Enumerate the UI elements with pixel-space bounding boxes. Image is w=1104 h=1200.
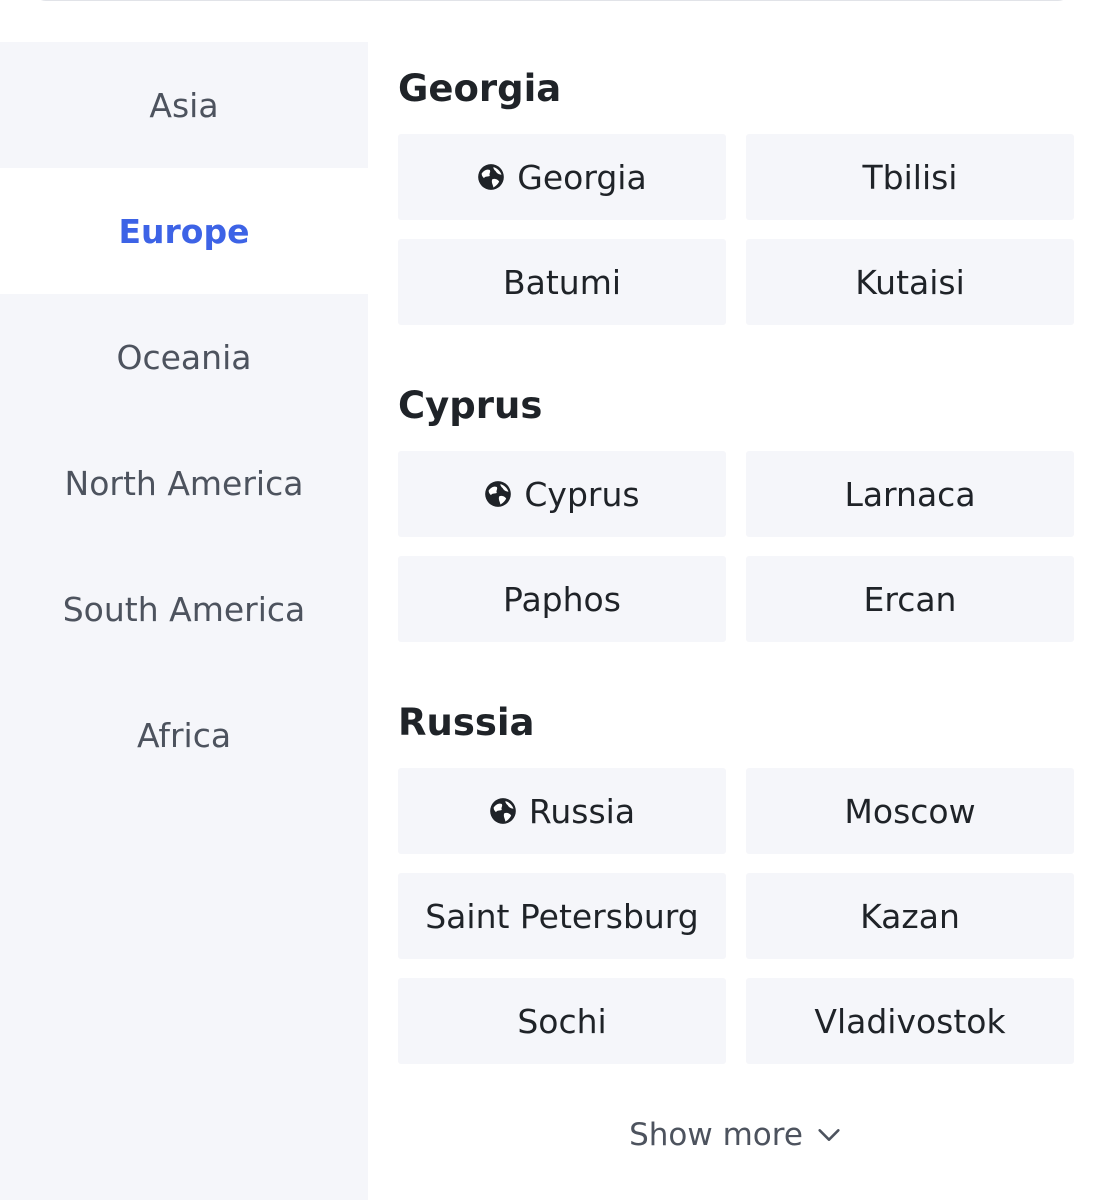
country-list: Georgia Georgia Tbilisi Batumi Kutaisi C… bbox=[398, 42, 1074, 1098]
region-tab-europe[interactable]: Europe bbox=[0, 168, 368, 294]
region-tab-oceania[interactable]: Oceania bbox=[0, 294, 368, 420]
city-chip-saint-petersburg[interactable]: Saint Petersburg bbox=[398, 873, 726, 959]
country-section-georgia: Georgia Georgia Tbilisi Batumi Kutaisi bbox=[398, 42, 1074, 325]
chevron-down-icon bbox=[818, 1129, 840, 1141]
destination-picker: Asia Europe Oceania North America South … bbox=[0, 0, 1104, 1200]
city-chip-batumi[interactable]: Batumi bbox=[398, 239, 726, 325]
city-chip-georgia-all[interactable]: Georgia bbox=[398, 134, 726, 220]
city-chip-ercan[interactable]: Ercan bbox=[746, 556, 1074, 642]
city-chip-cyprus-all[interactable]: Cyprus bbox=[398, 451, 726, 537]
search-box[interactable] bbox=[32, 0, 1072, 1]
city-chip-label: Russia bbox=[528, 791, 636, 831]
region-tab-north-america[interactable]: North America bbox=[0, 420, 368, 546]
city-grid: Georgia Tbilisi Batumi Kutaisi bbox=[398, 134, 1074, 325]
country-title: Cyprus bbox=[398, 383, 543, 427]
show-more-button[interactable]: Show more bbox=[398, 1110, 1074, 1160]
globe-icon bbox=[490, 798, 516, 824]
city-chip-larnaca[interactable]: Larnaca bbox=[746, 451, 1074, 537]
city-chip-label: Cyprus bbox=[524, 474, 640, 514]
region-tab-africa[interactable]: Africa bbox=[0, 672, 368, 798]
region-sidebar: Asia Europe Oceania North America South … bbox=[0, 42, 368, 1200]
globe-icon bbox=[485, 481, 512, 507]
country-title: Russia bbox=[398, 700, 535, 744]
city-chip-paphos[interactable]: Paphos bbox=[398, 556, 726, 642]
region-tab-south-america[interactable]: South America bbox=[0, 546, 368, 672]
region-tab-asia[interactable]: Asia bbox=[0, 42, 368, 168]
city-chip-russia-all[interactable]: Russia bbox=[398, 768, 726, 854]
country-section-cyprus: Cyprus Cyprus Larnaca Paphos Ercan bbox=[398, 359, 1074, 642]
city-chip-sochi[interactable]: Sochi bbox=[398, 978, 726, 1064]
city-chip-kutaisi[interactable]: Kutaisi bbox=[746, 239, 1074, 325]
city-chip-label: Georgia bbox=[517, 157, 647, 197]
globe-icon bbox=[478, 164, 505, 190]
country-title: Georgia bbox=[398, 66, 562, 110]
city-chip-moscow[interactable]: Moscow bbox=[746, 768, 1074, 854]
country-section-russia: Russia Russia Moscow Saint Petersburg Ka… bbox=[398, 676, 1074, 1064]
city-chip-vladivostok[interactable]: Vladivostok bbox=[746, 978, 1074, 1064]
city-grid: Cyprus Larnaca Paphos Ercan bbox=[398, 451, 1074, 642]
city-chip-tbilisi[interactable]: Tbilisi bbox=[746, 134, 1074, 220]
city-grid: Russia Moscow Saint Petersburg Kazan Soc… bbox=[398, 768, 1074, 1064]
city-chip-kazan[interactable]: Kazan bbox=[746, 873, 1074, 959]
show-more-label: Show more bbox=[629, 1117, 803, 1153]
